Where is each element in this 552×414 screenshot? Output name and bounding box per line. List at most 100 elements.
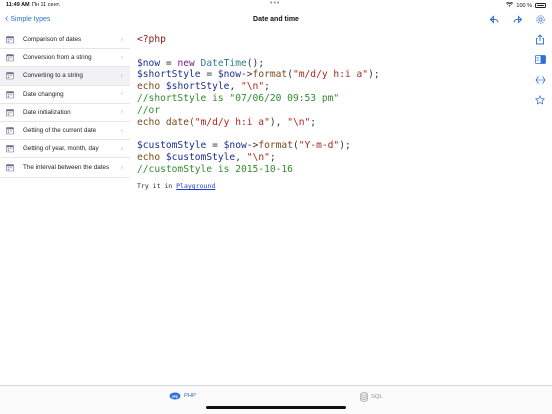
code-token: $customStyle: [137, 140, 207, 152]
code-token: "\n": [287, 116, 311, 128]
chevron-right-icon: ›: [120, 54, 123, 62]
code-token: $customStyle: [165, 151, 236, 163]
chevron-right-icon: ›: [120, 145, 123, 153]
code-token: $shortStyle: [165, 81, 230, 93]
database-icon: [360, 392, 368, 402]
home-indicator[interactable]: [206, 406, 346, 409]
calendar-icon: [6, 109, 14, 117]
navigation-bar: ‹ Simple types Date and time: [0, 11, 552, 31]
chevron-right-icon: ›: [120, 36, 123, 44]
sidebar-item-current-date[interactable]: Getting of the current date ›: [0, 122, 130, 141]
tab-sql[interactable]: SQL: [360, 392, 383, 402]
calendar-icon: [6, 54, 14, 62]
arrow-left-icon[interactable]: [489, 14, 500, 25]
code-token: "m/d/y h:i a": [194, 116, 270, 128]
code-token: ,: [235, 151, 247, 163]
battery-icon: [535, 3, 546, 8]
code-token: $shortStyle: [137, 69, 201, 81]
chevron-right-icon: ›: [120, 108, 123, 116]
code-block: <?php $now = new DateTime(); $shortStyle…: [137, 34, 522, 176]
calendar-icon: [6, 72, 14, 80]
calendar-icon: [6, 164, 14, 172]
sidebar-item-label: The interval between the dates: [23, 164, 110, 172]
code-token: =: [206, 140, 224, 152]
sidebar-item-label: Getting of year, month, day: [23, 145, 99, 153]
tab-sql-label: SQL: [371, 394, 383, 400]
code-token: "\n": [241, 81, 265, 93]
try-it-prefix: Try it in: [137, 182, 177, 190]
tab-php[interactable]: php PHP: [169, 392, 196, 400]
code-token: );: [339, 140, 351, 152]
calendar-icon: [6, 90, 14, 98]
status-date: Пн 11 сент.: [32, 2, 61, 8]
playground-link[interactable]: Playground: [176, 182, 215, 190]
php-icon-text: php: [172, 394, 178, 398]
code-token: ();: [246, 57, 265, 69]
code-token: ;: [310, 116, 317, 128]
php-icon: php: [169, 392, 181, 400]
try-it-line: Try it in Playground: [137, 182, 215, 190]
code-token: <?php: [137, 34, 166, 45]
nav-actions: [489, 14, 546, 25]
sidebar-toggle-icon[interactable]: [534, 54, 546, 65]
code-token: );: [368, 69, 380, 81]
code-token: ),: [269, 116, 288, 128]
sidebar-item-label: Converting to a string: [23, 72, 83, 80]
calendar-icon: [6, 127, 14, 135]
sidebar-item-interval-between-dates[interactable]: The interval between the dates ›: [0, 158, 130, 179]
code-comment: //shortStyle is "07/06/20 09:53 pm": [137, 92, 340, 104]
arrow-right-icon[interactable]: [512, 14, 523, 25]
star-icon[interactable]: [535, 94, 546, 105]
sidebar-item-year-month-day[interactable]: Getting of year, month, day ›: [0, 140, 130, 159]
code-token: new: [177, 57, 201, 69]
code-token: "m/d/y h:i a": [292, 69, 369, 81]
code-token: format: [258, 140, 293, 152]
code-token: $now: [217, 69, 241, 81]
sidebar-item-label: Date initialization: [23, 108, 71, 116]
share-icon[interactable]: [535, 34, 546, 45]
code-token: ->: [240, 69, 253, 81]
code-token: echo: [137, 81, 166, 93]
code-comment: //or: [137, 104, 161, 116]
calendar-icon: [6, 36, 14, 44]
status-time: 11:49 AM: [6, 2, 30, 8]
sidebar-item-label: Getting of the current date: [23, 127, 97, 135]
code-token: "\n": [246, 151, 270, 163]
code-token: ;: [264, 81, 270, 93]
code-token: format: [252, 69, 288, 81]
sidebar-item-label: Comparison of dates: [23, 36, 82, 44]
code-token: =: [160, 57, 178, 69]
code-token: ->: [246, 140, 259, 152]
code-token: DateTime: [200, 57, 247, 69]
code-token: $now: [223, 140, 247, 152]
sidebar-item-date-changing[interactable]: Date changing ›: [0, 86, 130, 104]
chevron-right-icon: ›: [120, 72, 123, 80]
tab-php-label: PHP: [184, 393, 196, 399]
sidebar-item-label: Conversion from a string: [23, 54, 92, 62]
code-token: ,: [229, 81, 241, 93]
code-token: ;: [269, 151, 276, 163]
code-token: echo date(: [137, 116, 195, 128]
chevron-right-icon: ›: [120, 90, 123, 98]
multitasking-dots-icon[interactable]: •••: [270, 0, 280, 7]
right-toolbar: [533, 34, 547, 105]
sidebar-item-converting-to-string[interactable]: Converting to a string ›: [0, 67, 130, 86]
sidebar-item-conversion-from-string[interactable]: Conversion from a string ›: [0, 49, 130, 68]
gear-icon[interactable]: [535, 14, 546, 25]
status-bar: 11:49 AM Пн 11 сент. ••• 100 %: [0, 0, 552, 11]
sidebar: Comparison of dates › Conversion from a …: [0, 31, 130, 385]
swap-arrows-icon[interactable]: [535, 74, 546, 85]
chevron-right-icon: ›: [120, 164, 123, 172]
sidebar-item-label: Date changing: [23, 90, 64, 98]
code-token: "Y-m-d": [298, 140, 340, 152]
calendar-icon: [6, 145, 14, 153]
chevron-right-icon: ›: [120, 127, 123, 135]
tab-bar: php PHP SQL: [0, 385, 552, 414]
code-comment: //customStyle is 2015-10-16: [137, 163, 293, 175]
sidebar-item-date-initialization[interactable]: Date initialization ›: [0, 104, 130, 122]
wifi-icon: [506, 1, 514, 9]
code-token: echo: [137, 151, 166, 163]
battery-percent: 100 %: [516, 2, 532, 9]
sidebar-item-comparison-of-dates[interactable]: Comparison of dates ›: [0, 31, 130, 50]
code-token: =: [200, 69, 218, 81]
